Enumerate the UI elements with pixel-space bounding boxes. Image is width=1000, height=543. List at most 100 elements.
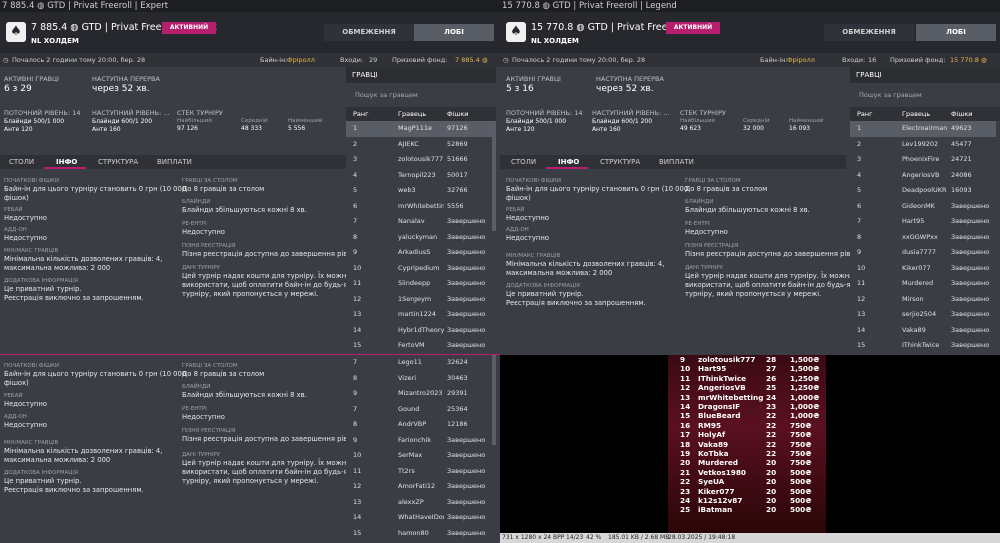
stack-min: 16 093 — [789, 125, 810, 132]
latereg-text: Пізня реєстрація доступна до завершення … — [685, 250, 866, 258]
table-row[interactable]: 14 Vaka89 Завершено — [850, 323, 996, 339]
file-date: 28.03.2025 / 19:48:18 — [668, 534, 736, 541]
tab-tables[interactable]: СТОЛИ — [9, 155, 34, 169]
start-time: Почалось 2 години тому 20:00, бер. 28 — [12, 56, 146, 64]
extra-text-2: Реєстрація виключно за запрошенням. — [4, 294, 144, 302]
table-row[interactable]: 8 yaluckyman Завершено — [346, 230, 492, 246]
stack-min-label: Найменший — [789, 118, 824, 124]
table-row[interactable]: 9 Mizantro2023 29391 — [346, 386, 492, 402]
stack-avg-label: Середній — [241, 118, 268, 124]
table-row[interactable]: 3 zolotousik777 51666 — [346, 152, 492, 168]
table-row[interactable]: 2 AJIEKC 52869 — [346, 137, 492, 153]
result-row: 14 DragonsIF 23 1,000₴ — [680, 402, 820, 411]
minmax-heading: МІН/МАКС ГРАВЦІВ — [506, 253, 561, 259]
table-row[interactable]: 9 dusia7777 Завершено — [850, 245, 996, 261]
tab-tables[interactable]: СТОЛИ — [511, 155, 536, 169]
table-row[interactable]: 8 AndrVBP 12186 — [346, 417, 492, 433]
table-row[interactable]: 13 alexxZP Завершено — [346, 495, 492, 511]
extra-heading: ДОДАТКОВА ІНФОРМАЦІЯ — [506, 283, 580, 289]
table-row[interactable]: 8 xxGGWPxx Завершено — [850, 230, 996, 246]
table-row[interactable]: 5 web3 32766 — [346, 183, 492, 199]
result-row: 21 Vetkos1980 20 500₴ — [680, 467, 812, 477]
info-panel: ПОЧАТКОВІ ФІШКИ Байн-ін для цього турнір… — [500, 169, 867, 355]
table-row[interactable]: 13 serjio2504 Завершено — [850, 307, 996, 323]
tourney-text-2: використати, щоб оплатити байн-ін до буд… — [182, 281, 364, 289]
current-ante: Анте 120 — [506, 126, 535, 133]
tourney-text-2: використати, щоб оплатити байн-ін до буд… — [685, 281, 867, 289]
tournament-stats: АКТИВНІ ГРАВЦІ 5 з 16 НАСТУПНА ПЕРЕРВА ч… — [500, 67, 846, 155]
table-row[interactable]: 11 Murdered Завершено — [850, 276, 996, 292]
extra-text-1: Це приватний турнір. — [4, 477, 82, 485]
col-chips: Фішки — [447, 110, 469, 118]
limits-button[interactable]: ОБМЕЖЕННЯ — [324, 24, 414, 41]
reentry-text: Недоступно — [182, 413, 225, 421]
tab-payouts[interactable]: ВИПЛАТИ — [157, 155, 192, 169]
table-row[interactable]: 14WhatHaveIDoneЗавершено — [346, 510, 492, 526]
reentry-heading: РЕ-ЕНТРІ — [685, 221, 710, 227]
table-row[interactable]: 7 Hart95 Завершено — [850, 214, 996, 230]
current-level-label: ПОТОЧНИЙ РІВЕНЬ: 14 — [506, 109, 583, 117]
player-search-input[interactable]: Пошук за гравцем — [850, 83, 1000, 107]
tourney-text-1: Цей турнір надає кошти для турніру. Їх м… — [182, 459, 351, 467]
reentry-heading: РЕ-ЕНТРІ — [182, 406, 207, 412]
table-row[interactable]: 11 Tt2rs Завершено — [346, 464, 492, 480]
next-break-label: НАСТУПНА ПЕРЕРВА — [92, 75, 160, 83]
limits-button[interactable]: ОБМЕЖЕННЯ — [824, 24, 914, 41]
table-row[interactable]: 8 Vizeri 30463 — [346, 371, 492, 387]
table-row[interactable]: 13 martin1224 Завершено — [346, 307, 492, 323]
extra-text-2: Реєстрація виключно за запрошенням. — [506, 299, 646, 307]
table-row[interactable]: 10 SerMax Завершено — [346, 448, 492, 464]
table-row[interactable]: 12 AmorFati12 Завершено — [346, 479, 492, 495]
players-scrollbar[interactable] — [492, 355, 496, 445]
rebuy-text: Недоступно — [4, 400, 47, 408]
table-row[interactable]: 10 Cypripedium Завершено — [346, 261, 492, 277]
table-row[interactable]: 5 DeadpoolUKR 16093 — [850, 183, 996, 199]
tourney-text-3: турніру, який пропонується у мережі. — [182, 290, 319, 298]
players-table-header: Ранг Гравець Фішки — [346, 107, 496, 121]
entries-label: Входи: — [340, 56, 364, 64]
tab-structure[interactable]: СТРУКТУРА — [600, 155, 640, 169]
table-heading: ГРАВЦІ ЗА СТОЛОМ — [182, 178, 238, 184]
table-row[interactable]: 4 Ternopil223 50017 — [346, 168, 492, 184]
player-search-input[interactable]: Пошук за гравцем — [346, 83, 496, 107]
rebuy-heading: РЕБАЙ — [506, 207, 525, 213]
table-row[interactable]: 12 1Sergeym Завершено — [346, 292, 492, 308]
tourney-heading: ДАНІ ТУРНІРУ — [182, 265, 221, 271]
table-row[interactable]: 6 GideonMK Завершено — [850, 199, 996, 215]
table-row[interactable]: 1 Electroairman 49623 — [850, 121, 996, 137]
next-ante: Анте 160 — [592, 126, 621, 133]
blinds-heading: БЛАЙНДИ — [182, 384, 211, 390]
table-row[interactable]: 2 Lev199202 45477 — [850, 137, 996, 153]
tab-payouts[interactable]: ВИПЛАТИ — [659, 155, 694, 169]
table-row[interactable]: 1 MagP111e 97126 — [346, 121, 492, 137]
result-row: 11 IThinkTwice 26 1,250₴ — [680, 373, 820, 383]
table-row[interactable]: 4 AngeriosVB 24086 — [850, 168, 996, 184]
players-scrollbar[interactable] — [492, 121, 496, 231]
col-player: Гравець — [902, 110, 931, 118]
table-row[interactable]: 10 Kiker077 Завершено — [850, 261, 996, 277]
table-text: До 8 гравців за столом — [685, 185, 768, 193]
table-row[interactable]: 7 Lego11 32624 — [346, 355, 492, 371]
tournament-tabs: СТОЛИ ІНФО СТРУКТУРА ВИПЛАТИ — [500, 155, 846, 169]
table-row[interactable]: 3 PhoenixFire 24721 — [850, 152, 996, 168]
chips-heading: ПОЧАТКОВІ ФІШКИ — [506, 178, 561, 184]
stack-max-label: Найбільший — [177, 118, 212, 124]
blinds-text: Блайнди збільшуються кожні 8 хв. — [182, 391, 307, 399]
info-panel-duplicate: ПОЧАТКОВІ ФІШКИ Байн-ін для цього турнір… — [0, 355, 364, 543]
lobby-button[interactable]: ЛОБІ — [414, 24, 494, 41]
minmax-text-1: Мінімальна кількість дозволених гравців:… — [506, 260, 665, 268]
table-row[interactable]: 15 FertoVM Завершено — [346, 338, 492, 354]
table-row[interactable]: 11 Siindeepp Завершено — [346, 276, 492, 292]
lobby-button[interactable]: ЛОБІ — [916, 24, 996, 41]
table-row[interactable]: 15 IThinkTwice Завершено — [850, 338, 996, 354]
table-row[interactable]: 7 Nanalav Завершено — [346, 214, 492, 230]
table-row[interactable]: 6mrWhitebetting5556 — [346, 199, 492, 215]
table-row[interactable]: 14 Hybr1dTheory Завершено — [346, 323, 492, 339]
table-row[interactable]: 9 Farionchik Завершено — [346, 433, 492, 449]
stack-avg: 32 000 — [743, 125, 764, 132]
table-row[interactable]: 9 ArkadiusS Завершено — [346, 245, 492, 261]
tab-structure[interactable]: СТРУКТУРА — [98, 155, 138, 169]
table-row[interactable]: 7 Gound 25364 — [346, 402, 492, 418]
table-row[interactable]: 12 Mirson Завершено — [850, 292, 996, 308]
table-row[interactable]: 15 hamon80 Завершено — [346, 526, 492, 542]
